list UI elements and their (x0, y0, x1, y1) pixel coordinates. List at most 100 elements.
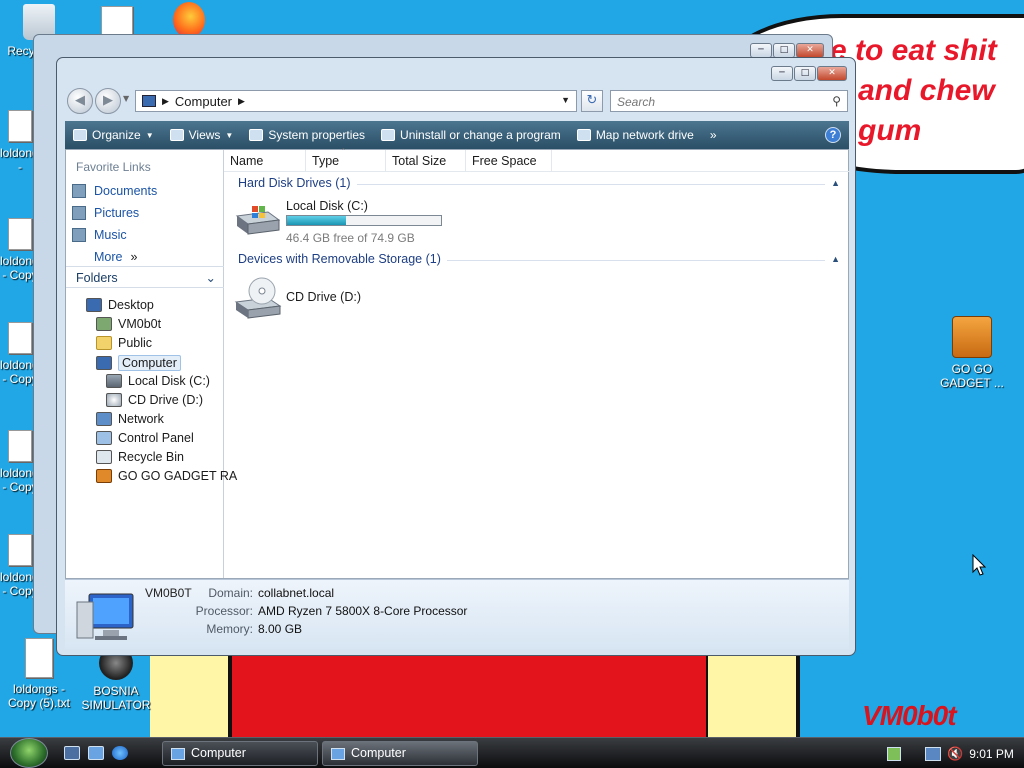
system-properties-button[interactable]: System properties (249, 128, 365, 142)
computer-icon (331, 748, 345, 760)
clock[interactable]: 9:01 PM (969, 747, 1014, 761)
chevron-down-icon[interactable]: ⌄ (206, 270, 216, 285)
memory-value: 8.00 GB (258, 622, 303, 636)
text-file-icon (8, 534, 32, 566)
tree-item-recycle-bin[interactable]: Recycle Bin (96, 450, 184, 464)
minimize-button[interactable]: ─ (750, 43, 772, 58)
favorite-link-pictures[interactable]: Pictures (72, 206, 139, 220)
tray-app-icon[interactable] (887, 746, 901, 761)
favorite-link-label: Documents (94, 184, 158, 198)
tree-item-public[interactable]: Public (96, 336, 152, 350)
column-header-total-size[interactable]: Total Size (386, 150, 466, 172)
address-dropdown-icon[interactable]: ▼ (561, 95, 570, 105)
breadcrumb-computer[interactable]: Computer (175, 94, 232, 109)
minimize-button[interactable]: ─ (771, 66, 793, 81)
address-bar[interactable]: ▶ Computer ▶ ▼ (135, 90, 577, 112)
network-icon[interactable] (925, 746, 941, 761)
hard-drive-icon (106, 374, 122, 388)
show-desktop-icon[interactable] (64, 746, 80, 760)
chevron-down-icon: ▼ (225, 130, 234, 140)
system-properties-label: System properties (268, 128, 366, 142)
tree-item-network[interactable]: Network (96, 412, 164, 426)
computer-explorer-window[interactable]: ─ □ ✕ ◀ ▶ ▼ ▶ Computer ▶ ▼ ↻ Search ⚲ Or… (56, 57, 856, 656)
uninstall-program-button[interactable]: Uninstall or change a program (381, 128, 561, 142)
breadcrumb-arrow-icon[interactable]: ▶ (162, 96, 169, 107)
tree-item-desktop[interactable]: Desktop (86, 298, 154, 312)
processor-value: AMD Ryzen 7 5800X 8-Core Processor (258, 604, 468, 618)
group-divider (446, 259, 826, 261)
tree-item-vm0b0t[interactable]: VM0b0t (96, 317, 161, 331)
toolbar-overflow-button[interactable]: » (710, 128, 717, 142)
content-pane: Name Type ˆ Total Size Free Space Hard Di… (224, 147, 850, 578)
desktop-icon-go-go-gadget[interactable]: GO GO GADGET ... (934, 316, 1010, 390)
tree-item-computer[interactable]: Computer (96, 355, 181, 371)
search-input[interactable]: Search ⚲ (610, 90, 848, 112)
search-placeholder: Search (617, 95, 656, 109)
music-icon (72, 228, 86, 242)
views-label: Views (188, 128, 221, 142)
refresh-button[interactable]: ↻ (581, 90, 603, 112)
search-icon[interactable]: ⚲ (832, 94, 841, 108)
computer-icon (142, 95, 156, 107)
switch-windows-icon[interactable] (88, 746, 104, 760)
help-icon[interactable]: ? (825, 127, 841, 143)
forward-button[interactable]: ▶ (95, 88, 121, 114)
volume-muted-icon[interactable]: 🔇 (947, 746, 963, 762)
processor-label: Processor: (195, 604, 253, 618)
back-button[interactable]: ◀ (67, 88, 93, 114)
favorite-link-documents[interactable]: Documents (72, 184, 157, 198)
internet-explorer-icon[interactable] (112, 746, 128, 760)
tree-label: Desktop (108, 298, 154, 312)
tree-label: Network (118, 412, 164, 426)
taskbar-button-label: Computer (191, 746, 246, 760)
cd-drive-label[interactable]: CD Drive (D:) (286, 290, 361, 304)
taskbar-button-computer-1[interactable]: Computer (162, 741, 318, 766)
tree-label-selected: Computer (118, 355, 181, 371)
maximize-button[interactable]: □ (794, 66, 816, 81)
bubble-text-line-2: and chew (858, 74, 995, 107)
system-tray: 🔇 9:01 PM (887, 738, 1024, 768)
views-button[interactable]: Views ▼ (169, 128, 234, 142)
wallpaper-yellow-left (150, 650, 230, 740)
organize-button[interactable]: Organize ▼ (73, 128, 154, 142)
start-button[interactable] (10, 738, 48, 768)
recycle-bin-icon (96, 450, 112, 464)
documents-icon (72, 184, 86, 198)
folders-header-label: Folders (76, 271, 118, 285)
taskbar: Computer Computer 🔇 9:01 PM (0, 737, 1024, 768)
close-button[interactable]: ✕ (817, 66, 847, 81)
favorite-link-music[interactable]: Music (72, 228, 127, 242)
domain-value: collabnet.local (258, 586, 335, 600)
column-header-free-space[interactable]: Free Space (466, 150, 552, 172)
close-button[interactable]: ✕ (796, 43, 824, 58)
collapse-icon[interactable]: ▲ (831, 178, 840, 188)
more-chevron-icon: » (130, 250, 138, 264)
group-hard-disk-drives[interactable]: Hard Disk Drives (1) ▲ (238, 176, 840, 190)
folders-header[interactable]: Folders ⌄ (66, 266, 224, 288)
collapse-icon[interactable]: ▲ (831, 254, 840, 264)
recent-pages-chevron-icon[interactable]: ▼ (123, 94, 129, 103)
local-disk-label[interactable]: Local Disk (C:) (286, 199, 368, 213)
navigation-bar: ◀ ▶ ▼ ▶ Computer ▶ ▼ ↻ Search ⚲ (65, 88, 849, 116)
desktop-icon-label: GO GO GADGET ... (940, 362, 1004, 390)
breadcrumb-arrow-icon[interactable]: ▶ (238, 96, 245, 107)
group-label: Hard Disk Drives (1) (238, 176, 351, 190)
maximize-button[interactable]: □ (773, 43, 795, 58)
map-network-drive-button[interactable]: Map network drive (576, 128, 694, 142)
column-header-name[interactable]: Name (224, 150, 306, 172)
cd-drive-item[interactable] (234, 276, 284, 320)
tree-label: Recycle Bin (118, 450, 184, 464)
tree-item-cd-drive[interactable]: CD Drive (D:) (106, 393, 203, 407)
tree-item-go-go-gadget[interactable]: GO GO GADGET RA (96, 469, 237, 483)
local-disk-item[interactable] (234, 202, 281, 236)
tree-item-control-panel[interactable]: Control Panel (96, 431, 194, 445)
column-header-type[interactable]: Type ˆ (306, 147, 386, 172)
user-folder-icon (96, 317, 112, 331)
tree-item-local-disk[interactable]: Local Disk (C:) (106, 374, 210, 388)
favorite-links-more[interactable]: More » (94, 250, 137, 264)
navigation-pane: Favorite Links Documents Pictures Music … (66, 150, 237, 578)
cd-drive-icon (234, 277, 282, 319)
taskbar-button-computer-2[interactable]: Computer (322, 741, 478, 766)
favorite-links-header: Favorite Links (76, 160, 151, 174)
group-removable-storage[interactable]: Devices with Removable Storage (1) ▲ (238, 252, 840, 266)
